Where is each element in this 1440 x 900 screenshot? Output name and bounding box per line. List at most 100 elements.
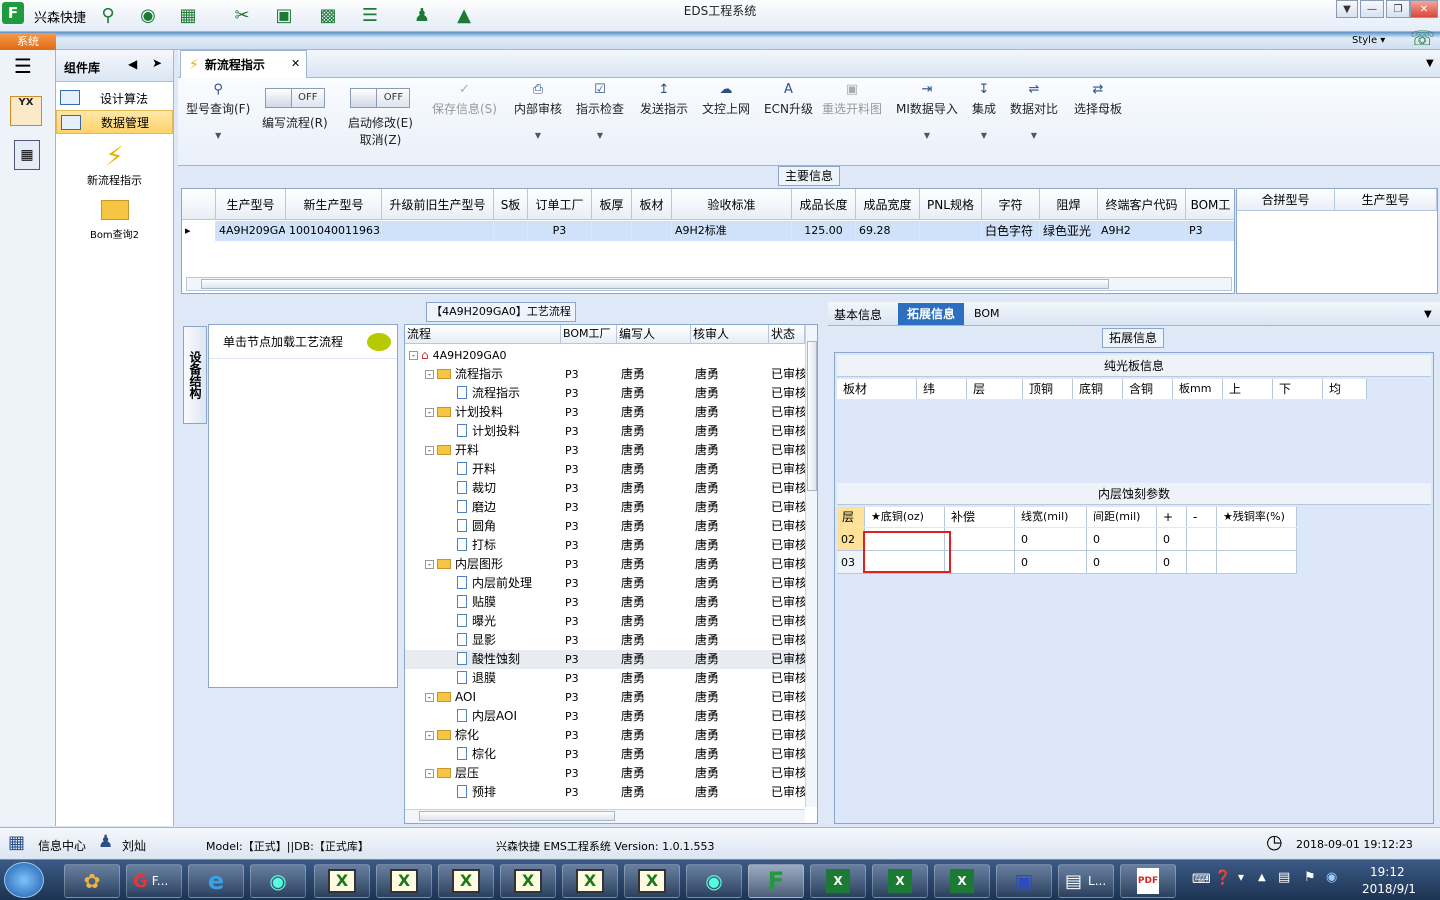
tree-row[interactable]: 预排 P3 唐勇 唐勇 已审核 — [405, 783, 805, 802]
tree-node-label[interactable]: - 开料 — [425, 441, 479, 460]
col-header[interactable]: BOM工厂 — [561, 325, 617, 344]
col-header[interactable]: 层 — [837, 507, 865, 527]
row-selector[interactable]: ▸ — [182, 221, 216, 241]
tree-node-label[interactable]: 预排 — [457, 783, 496, 802]
tree-row[interactable]: 裁切 P3 唐勇 唐勇 已审核 — [405, 479, 805, 498]
residual-copper-cell[interactable] — [1217, 528, 1297, 551]
doc-upload-button[interactable]: ☁ 文控上网 — [702, 82, 750, 117]
col-header[interactable]: 验收标准 — [672, 189, 792, 220]
tab-basic-info[interactable]: 基本信息 — [834, 306, 882, 323]
tree-node-label[interactable]: 退膜 — [457, 669, 496, 688]
table-cell[interactable] — [382, 221, 494, 241]
tree-node-label[interactable]: 内层AOI — [457, 707, 517, 726]
minus-cell[interactable] — [1187, 528, 1217, 551]
tree-row[interactable]: 流程指示 P3 唐勇 唐勇 已审核 — [405, 384, 805, 403]
col-header[interactable]: BOM工 — [1186, 189, 1234, 220]
taskbar-window-1[interactable]: X — [314, 864, 370, 898]
restore-button[interactable]: ❐ — [1386, 0, 1410, 18]
col-header[interactable]: 成品长度 — [792, 189, 856, 220]
table-cell[interactable]: 69.28 — [856, 221, 920, 241]
tree-node-label[interactable]: - 内层图形 — [425, 555, 503, 574]
taskbar-ie[interactable]: e — [188, 864, 244, 898]
tree-row[interactable]: 计划投料 P3 唐勇 唐勇 已审核 — [405, 422, 805, 441]
tree-row[interactable]: 退膜 P3 唐勇 唐勇 已审核 — [405, 669, 805, 688]
tree-row[interactable]: 棕化 P3 唐勇 唐勇 已审核 — [405, 745, 805, 764]
keyboard-icon[interactable]: ⌨ — [1192, 872, 1211, 887]
tab-list-icon[interactable]: ▼ — [1426, 58, 1434, 69]
col-header[interactable]: 新生产型号 — [286, 189, 382, 220]
factory-icon[interactable]: YX — [10, 96, 42, 126]
col-header[interactable]: 含铜 — [1123, 379, 1173, 399]
calculator-icon[interactable]: ▦ — [14, 140, 40, 170]
tree-node-label[interactable]: 曝光 — [457, 612, 496, 631]
col-header[interactable]: 下 — [1273, 379, 1323, 399]
tab-device-structure[interactable]: 设备结构 — [183, 326, 207, 424]
menu-icon[interactable]: ☰ — [14, 56, 38, 76]
collapse-toggle-icon[interactable]: - — [425, 693, 434, 702]
collapse-toggle-icon[interactable]: - — [425, 408, 434, 417]
col-header[interactable]: 生产型号 — [216, 189, 286, 220]
col-header[interactable]: 层 — [967, 379, 1023, 399]
col-header[interactable]: 流程 — [405, 325, 561, 344]
tree-node-label[interactable]: 棕化 — [457, 745, 496, 764]
tree-node-label[interactable]: 显影 — [457, 631, 496, 650]
col-header[interactable]: 升级前旧生产型号 — [382, 189, 494, 220]
instruction-check-button[interactable]: ☑ 指示检查 ▼ — [576, 82, 624, 140]
tree-root[interactable]: - ⌂ 4A9H209GA0 — [405, 346, 805, 365]
help-button[interactable]: ▼ — [1336, 0, 1358, 18]
col-header[interactable]: 间距(mil) — [1087, 507, 1157, 527]
tree-row[interactable]: - 流程指示 P3 唐勇 唐勇 已审核 — [405, 365, 805, 384]
collapse-toggle-icon[interactable]: - — [425, 560, 434, 569]
data-compare-button[interactable]: ⇌ 数据对比 ▼ — [1010, 82, 1058, 140]
start-modify-switch[interactable]: OFF — [350, 88, 411, 108]
tool-new-flow[interactable]: ⚡ 新流程指示 — [56, 142, 173, 188]
phone-icon[interactable]: ☏ — [1410, 26, 1435, 50]
col-header[interactable]: ★残铜率(%) — [1217, 507, 1297, 527]
style-menu[interactable]: Style ▾ — [1352, 35, 1385, 46]
info-center-label[interactable]: 信息中心 — [38, 837, 86, 854]
taskbar-app-l[interactable]: ▤ L... — [1058, 864, 1114, 898]
tree-node-label[interactable]: - 层压 — [425, 764, 479, 783]
col-header[interactable]: 生产型号 — [1335, 189, 1437, 211]
tree-node-label[interactable]: 裁切 — [457, 479, 496, 498]
col-header[interactable]: 板材 — [632, 189, 672, 220]
windows-icon[interactable]: ▦ — [8, 832, 25, 853]
table-cell[interactable]: 125.00 — [792, 221, 856, 241]
tree-row[interactable]: - AOI P3 唐勇 唐勇 已审核 — [405, 688, 805, 707]
tree-row[interactable]: - 内层图形 P3 唐勇 唐勇 已审核 — [405, 555, 805, 574]
tree-row[interactable]: 显影 P3 唐勇 唐勇 已审核 — [405, 631, 805, 650]
col-header[interactable]: 板材 — [837, 379, 917, 399]
col-header[interactable]: 成品宽度 — [856, 189, 920, 220]
tree-row[interactable]: - 开料 P3 唐勇 唐勇 已审核 — [405, 441, 805, 460]
tree-row[interactable]: 磨边 P3 唐勇 唐勇 已审核 — [405, 498, 805, 517]
horizontal-scrollbar[interactable] — [405, 809, 805, 823]
horizontal-scrollbar[interactable] — [186, 277, 1232, 291]
col-header[interactable]: 编写人 — [617, 325, 691, 344]
nav-data-management[interactable]: 数据管理 — [56, 110, 173, 134]
flag-icon[interactable]: ⚑ — [1304, 870, 1316, 885]
taskbar-save-app[interactable]: ▣ — [996, 864, 1052, 898]
tree-row[interactable]: 内层前处理 P3 唐勇 唐勇 已审核 — [405, 574, 805, 593]
tree-node-label[interactable]: - AOI — [425, 688, 476, 707]
tree-node-label[interactable]: - 棕化 — [425, 726, 479, 745]
tree-row[interactable]: 酸性蚀刻 P3 唐勇 唐勇 已审核 — [405, 650, 805, 669]
tree-row[interactable]: 开料 P3 唐勇 唐勇 已审核 — [405, 460, 805, 479]
table-cell[interactable]: P3 — [1186, 221, 1234, 241]
mi-import-button[interactable]: ⇥ MI数据导入 ▼ — [896, 82, 958, 140]
spacing-cell[interactable]: 0 — [1087, 528, 1157, 551]
tab-extended-info[interactable]: 拓展信息 — [898, 303, 964, 325]
reselect-material-button[interactable]: ▣ 重选开料图 — [822, 82, 882, 117]
col-header[interactable]: 线宽(mil) — [1015, 507, 1087, 527]
col-header[interactable]: + — [1157, 507, 1187, 527]
network-icon[interactable]: ▤ — [1278, 870, 1290, 885]
col-header[interactable]: 纬 — [917, 379, 967, 399]
tree-node-label[interactable]: 打标 — [457, 536, 496, 555]
col-header[interactable]: ★底铜(oz) — [865, 507, 945, 527]
taskbar-window-2[interactable]: X — [376, 864, 432, 898]
table-cell[interactable] — [920, 221, 982, 241]
tree-node-label[interactable]: 计划投料 — [457, 422, 520, 441]
col-header[interactable]: 核审人 — [691, 325, 769, 344]
collapse-icon[interactable]: ◀ — [128, 57, 137, 71]
taskbar-window-5[interactable]: X — [562, 864, 618, 898]
col-header[interactable]: - — [1187, 507, 1217, 527]
